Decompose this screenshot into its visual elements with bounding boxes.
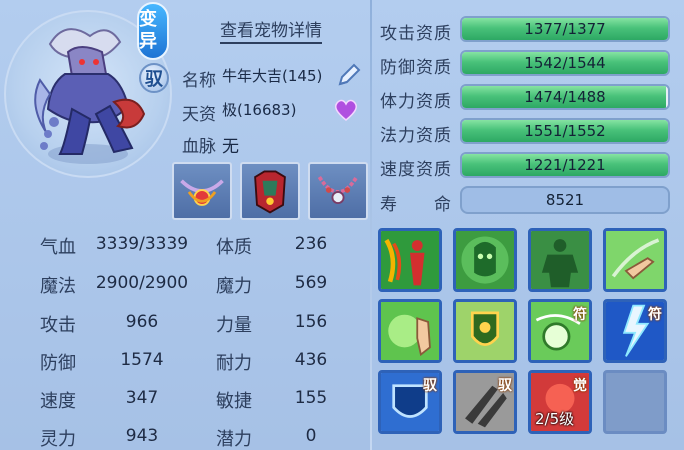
aptitude-bar: 1474/1488	[460, 84, 670, 110]
stat-value: 347	[125, 388, 159, 408]
mutant-badge-label: 变异	[139, 9, 157, 52]
talisman-tag: 符	[648, 307, 662, 323]
stat-value: 2900/2900	[95, 273, 189, 293]
stat-value: 1574	[120, 350, 164, 370]
pet-name-label: 名称	[182, 71, 216, 91]
palm-burst-skill-icon	[381, 302, 439, 360]
pet-bloodline-label: 血脉	[182, 137, 216, 157]
aptitude-label: 攻击资质	[380, 24, 452, 44]
edit-name-icon[interactable]	[336, 62, 362, 88]
pet-talent-value: 极(16683)	[222, 101, 297, 119]
fire-body-skill-icon	[381, 231, 439, 289]
attribute-label: 潜力	[216, 429, 252, 450]
skill-slot-4[interactable]	[603, 228, 667, 292]
stat-value: 966	[125, 312, 159, 332]
ghost-skill-icon	[456, 231, 514, 289]
skill-slot-10[interactable]: 驭	[453, 370, 517, 434]
pet-name-value: 牛年大吉(145)	[222, 67, 323, 85]
shield-crest-skill-icon	[456, 302, 514, 360]
equipment-necklace-slot[interactable]	[172, 162, 232, 220]
pet-talent-label: 天资	[182, 105, 216, 125]
aptitude-value: 1221/1221	[524, 156, 606, 174]
view-pet-details-link[interactable]: 查看宠物详情	[220, 16, 322, 44]
pet-talent-row: 天资 极(16683)	[182, 100, 296, 125]
ride-tag: 驭	[498, 378, 512, 394]
stat-label: 魔法	[40, 276, 76, 297]
stat-label: 防御	[40, 353, 76, 374]
attribute-value: 436	[294, 350, 328, 370]
attribute-label: 力量	[216, 315, 252, 336]
stat-label: 速度	[40, 391, 76, 412]
stat-label: 攻击	[40, 315, 76, 336]
skill-slot-2[interactable]	[453, 228, 517, 292]
ride-badge-label: 驭	[145, 69, 163, 90]
skill-slot-5[interactable]	[378, 299, 442, 363]
stat-value: 3339/3339	[95, 234, 189, 254]
attribute-label: 耐力	[216, 353, 252, 374]
aptitude-label: 体力资质	[380, 92, 452, 112]
life-label: 寿 命	[380, 195, 452, 215]
collar-icon	[317, 176, 359, 205]
aptitude-value: 1377/1377	[524, 20, 606, 38]
equipment-slots	[172, 162, 368, 220]
aptitude-bar: 1551/1552	[460, 118, 670, 144]
attribute-label: 体质	[216, 237, 252, 258]
equipment-collar-slot[interactable]	[308, 162, 368, 220]
mutant-badge: 变异	[137, 2, 169, 60]
aptitude-bar: 1377/1377	[460, 16, 670, 42]
stat-label: 灵力	[40, 429, 76, 450]
aptitude-label: 速度资质	[380, 160, 452, 180]
attribute-value: 155	[294, 388, 328, 408]
hand-swirl-skill-icon	[606, 231, 664, 289]
attribute-label: 魔力	[216, 276, 252, 297]
skill-slot-6[interactable]	[453, 299, 517, 363]
attribute-value: 236	[294, 234, 328, 254]
ride-badge: 驭	[139, 63, 169, 93]
pet-name-row: 名称 牛年大吉(145)	[182, 66, 322, 91]
heart-icon[interactable]	[333, 98, 359, 122]
aptitude-value: 1542/1544	[524, 54, 606, 72]
attribute-label: 敏捷	[216, 391, 252, 412]
stat-label: 气血	[40, 237, 76, 258]
awaken-tag: 觉	[573, 378, 587, 394]
attribute-value: 569	[294, 273, 328, 293]
equipment-armor-slot[interactable]	[240, 162, 300, 220]
aptitude-value: 1474/1488	[524, 88, 606, 106]
pet-bloodline-row: 血脉 无	[182, 132, 239, 157]
skill-level-label: 2/5级	[535, 410, 575, 428]
skill-slot-8[interactable]: 符	[603, 299, 667, 363]
skill-slot-3[interactable]	[528, 228, 592, 292]
talisman-tag: 符	[573, 307, 587, 323]
panel-divider	[370, 0, 372, 450]
attribute-value: 156	[294, 312, 328, 332]
skill-slot-11[interactable]: 觉 2/5级	[528, 370, 592, 434]
skill-slot-empty[interactable]	[603, 370, 667, 434]
pet-bloodline-value: 无	[222, 137, 239, 157]
ride-tag: 驭	[423, 378, 437, 394]
skill-slot-1[interactable]	[378, 228, 442, 292]
skill-slot-7[interactable]: 符	[528, 299, 592, 363]
aptitude-value: 1551/1552	[524, 122, 606, 140]
aptitude-label: 法力资质	[380, 126, 452, 146]
green-body-skill-icon	[531, 231, 589, 289]
aptitude-bar: 1221/1221	[460, 152, 670, 178]
aptitude-bar: 1542/1544	[460, 50, 670, 76]
necklace-icon	[180, 179, 224, 206]
life-value: 8521	[545, 191, 585, 209]
attribute-value: 0	[305, 426, 317, 446]
aptitude-label: 防御资质	[380, 58, 452, 78]
skill-slot-9[interactable]: 驭	[378, 370, 442, 434]
life-value-box: 8521	[460, 186, 670, 214]
armor-icon	[254, 170, 286, 214]
stat-value: 943	[125, 426, 159, 446]
